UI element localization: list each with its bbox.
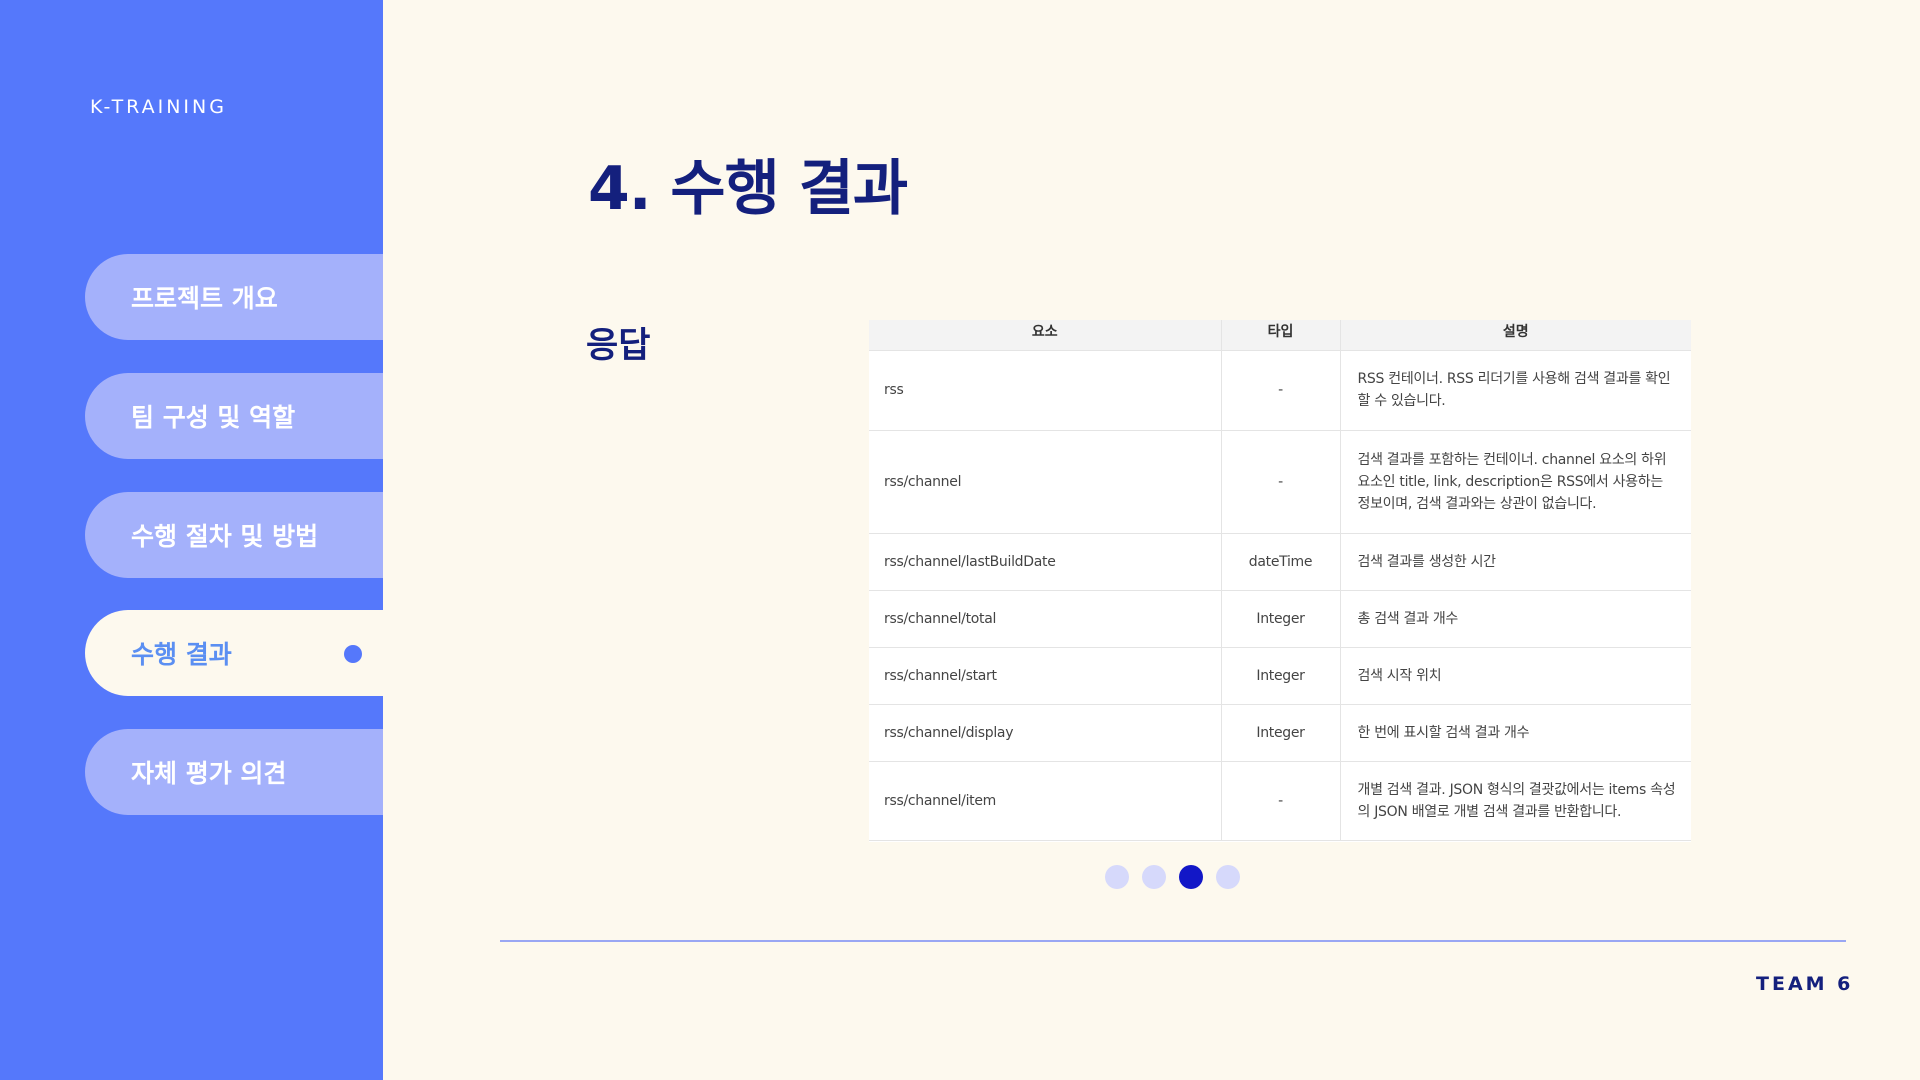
cell-element: rss/channel/start [869, 647, 1222, 705]
cell-description: 검색 시작 위치 [1340, 647, 1691, 705]
nav-item-results[interactable]: 수행 결과 [85, 610, 383, 696]
cell-type: Integer [1221, 704, 1341, 762]
nav-item-label: 프로젝트 개요 [131, 284, 278, 313]
cell-type: Integer [1221, 590, 1341, 648]
cell-description: 한 번에 표시할 검색 결과 개수 [1340, 704, 1691, 762]
cell-element: rss/channel/display [869, 704, 1222, 762]
cell-element: rss/channel/lastBuildDate [869, 533, 1222, 591]
carousel-pager [1105, 865, 1240, 889]
footer-divider [500, 940, 1846, 942]
cell-element: rss/channel [869, 430, 1222, 534]
nav-item-label: 자체 평가 의견 [131, 759, 287, 788]
cell-element: rss/channel/total [869, 590, 1222, 648]
nav-item-self-evaluation[interactable]: 자체 평가 의견 [85, 729, 383, 815]
cell-type: - [1221, 761, 1341, 841]
cell-type: - [1221, 350, 1341, 431]
table-row: rss/channel/display Integer 한 번에 표시할 검색 … [869, 704, 1691, 762]
cell-description: 총 검색 결과 개수 [1340, 590, 1691, 648]
cell-type: - [1221, 430, 1341, 534]
nav-item-label: 수행 결과 [131, 640, 232, 669]
table-row: rss/channel/start Integer 검색 시작 위치 [869, 647, 1691, 705]
nav-item-process-method[interactable]: 수행 절차 및 방법 [85, 492, 383, 578]
footer-team-label: TEAM 6 [1756, 973, 1854, 995]
pager-dot-2[interactable] [1142, 865, 1166, 889]
pager-dot-3[interactable] [1179, 865, 1203, 889]
response-table: 요소 타입 설명 rss - RSS 컨테이너. RSS 리더기를 사용해 검색… [869, 320, 1691, 842]
cell-type: Integer [1221, 647, 1341, 705]
active-indicator-dot [344, 645, 362, 663]
pager-dot-4[interactable] [1216, 865, 1240, 889]
cell-description: 개별 검색 결과. JSON 형식의 결괏값에서는 items 속성의 JSON… [1340, 761, 1691, 841]
pager-dot-1[interactable] [1105, 865, 1129, 889]
cell-description: 검색 결과를 생성한 시간 [1340, 533, 1691, 591]
table-row: rss/channel/lastBuildDate dateTime 검색 결과… [869, 533, 1691, 591]
column-header-element: 요소 [869, 320, 1222, 351]
nav-item-team-roles[interactable]: 팀 구성 및 역할 [85, 373, 383, 459]
cell-element: rss/channel/item [869, 761, 1222, 841]
section-label: 응답 [586, 326, 651, 366]
page-title: 4. 수행 결과 [588, 154, 908, 224]
column-header-description: 설명 [1340, 320, 1691, 351]
table-row: rss/channel/total Integer 총 검색 결과 개수 [869, 590, 1691, 648]
cell-element: rss [869, 350, 1222, 431]
cell-description: 검색 결과를 포함하는 컨테이너. channel 요소의 하위 요소인 tit… [1340, 430, 1691, 534]
nav-item-label: 팀 구성 및 역할 [131, 403, 296, 432]
table-row: rss/channel/item - 개별 검색 결과. JSON 형식의 결괏… [869, 761, 1691, 841]
column-header-type: 타입 [1221, 320, 1341, 351]
cell-type: dateTime [1221, 533, 1341, 591]
cell-description: RSS 컨테이너. RSS 리더기를 사용해 검색 결과를 확인할 수 있습니다… [1340, 350, 1691, 431]
sidebar: K-TRAINING 프로젝트 개요 팀 구성 및 역할 수행 절차 및 방법 … [0, 0, 383, 1080]
table-row: rss/channel - 검색 결과를 포함하는 컨테이너. channel … [869, 430, 1691, 534]
table-row: rss - RSS 컨테이너. RSS 리더기를 사용해 검색 결과를 확인할 … [869, 350, 1691, 431]
brand-logo-text: K-TRAINING [90, 96, 227, 118]
nav-item-label: 수행 절차 및 방법 [131, 522, 319, 551]
nav-item-project-overview[interactable]: 프로젝트 개요 [85, 254, 383, 340]
table-header-row: 요소 타입 설명 [869, 320, 1691, 351]
